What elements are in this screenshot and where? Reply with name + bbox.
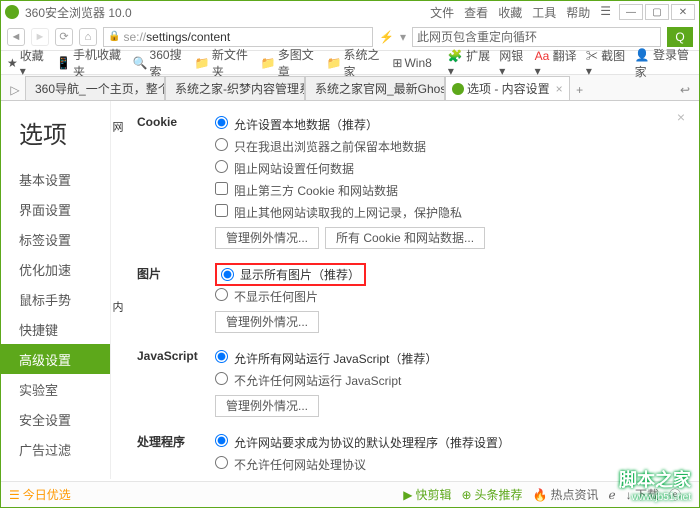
bm-newfolder[interactable]: 📁 新文件夹	[195, 46, 253, 80]
tab-history-icon[interactable]: ▷	[5, 80, 25, 100]
menu-help[interactable]: 帮助	[566, 4, 590, 21]
cutoff-text: 网	[111, 121, 125, 132]
address-bar[interactable]: 🔒 se:// settings/content	[103, 27, 373, 47]
sidebar-item-5[interactable]: 快捷键	[1, 314, 110, 344]
menu-file[interactable]: 文件	[430, 4, 454, 21]
cookie-checkbox-4[interactable]	[215, 204, 228, 217]
cookie-label-2[interactable]: 阻止网站设置任何数据	[234, 162, 354, 176]
new-tab-button[interactable]: +	[570, 80, 590, 100]
dropdown-icon[interactable]: ▾	[400, 30, 406, 44]
forward-button[interactable]: ►	[31, 28, 49, 46]
cutoff-text-2: 内	[111, 301, 125, 312]
app-logo-icon	[5, 5, 19, 19]
sidebar-item-2[interactable]: 标签设置	[1, 224, 110, 254]
image-radio-0[interactable]	[221, 268, 234, 281]
handler-label-1[interactable]: 不允许任何网站处理协议	[234, 458, 366, 472]
close-button[interactable]: ✕	[671, 4, 695, 20]
restore-tab-icon[interactable]: ↩	[675, 80, 695, 100]
maximize-button[interactable]: ▢	[645, 4, 669, 20]
menu-fav[interactable]: 收藏	[498, 4, 522, 21]
sidebar-item-8[interactable]: 安全设置	[1, 404, 110, 434]
bm-articles[interactable]: 📁 多图文章	[261, 46, 319, 80]
cookie-radio-0[interactable]	[215, 116, 228, 129]
menu-view[interactable]: 查看	[464, 4, 488, 21]
js-radio-0[interactable]	[215, 350, 228, 363]
sidebar-item-9[interactable]: 广告过滤	[1, 434, 110, 464]
tab-2[interactable]: 系统之家官网_最新Ghost×	[305, 76, 445, 100]
sidebar-item-6[interactable]: 高级设置	[1, 344, 110, 374]
cookie-label-3[interactable]: 阻止第三方 Cookie 和网站数据	[234, 184, 398, 198]
home-button[interactable]: ⌂	[79, 28, 97, 46]
fav-menu[interactable]: ★ 收藏 ▾	[7, 47, 48, 78]
today-picks[interactable]: ☰ 今日优选	[9, 486, 71, 503]
section-label-handler: 处理程序	[137, 431, 215, 479]
highlighted-option: 显示所有图片（推荐）	[215, 263, 366, 286]
handler-radio-0[interactable]	[215, 434, 228, 447]
watermark: 脚本之家 www.jb51.net	[619, 466, 691, 503]
bm-mobile[interactable]: 📱 手机收藏夹	[56, 46, 125, 80]
window-title: 360安全浏览器 10.0	[25, 4, 430, 21]
tab-1[interactable]: 系统之家-织梦内容管理系统×	[165, 76, 305, 100]
image-button-0[interactable]: 管理例外情况...	[215, 311, 319, 333]
sb-ie-icon[interactable]: ℯ	[609, 488, 616, 502]
cookie-button-0[interactable]: 管理例外情况...	[215, 227, 319, 249]
sidebar-item-0[interactable]: 基本设置	[1, 164, 110, 194]
menu-tools[interactable]: 工具	[532, 4, 556, 21]
cookie-checkbox-3[interactable]	[215, 182, 228, 195]
section-label-cookie: Cookie	[137, 113, 215, 249]
image-label-0[interactable]: 显示所有图片（推荐）	[240, 266, 360, 283]
sb-hotnews[interactable]: 🔥 热点资讯	[533, 486, 599, 503]
cookie-label-0[interactable]: 允许设置本地数据（推荐）	[234, 118, 378, 132]
screenshot-menu[interactable]: ✂ 截图 ▾	[586, 47, 629, 78]
bank-menu[interactable]: 网银 ▾	[499, 47, 528, 78]
url-scheme: se://	[123, 30, 146, 44]
section-label-js: JavaScript	[137, 347, 215, 417]
url-path: settings/content	[146, 30, 230, 44]
lock-icon: 🔒	[108, 31, 120, 42]
menu-more-icon[interactable]: ☰	[600, 4, 611, 21]
minimize-button[interactable]: —	[619, 4, 643, 20]
tab-3[interactable]: 选项 - 内容设置×	[445, 76, 570, 100]
back-button[interactable]: ◄	[7, 28, 25, 46]
bm-360search[interactable]: 🔍 360搜索	[133, 46, 187, 80]
page-title: 选项	[1, 109, 110, 160]
sidebar-item-4[interactable]: 鼠标手势	[1, 284, 110, 314]
menu-bar: 文件 查看 收藏 工具 帮助 ☰	[430, 4, 611, 21]
cookie-label-4[interactable]: 阻止其他网站读取我的上网记录，保护隐私	[234, 206, 462, 220]
js-label-1[interactable]: 不允许任何网站运行 JavaScript	[234, 374, 401, 388]
handler-label-0[interactable]: 允许网站要求成为协议的默认处理程序（推荐设置）	[234, 436, 510, 450]
reload-button[interactable]: ⟳	[55, 28, 73, 46]
panel-close-icon[interactable]: ×	[677, 109, 685, 125]
bm-system[interactable]: 📁 系统之家	[327, 46, 385, 80]
cookie-label-1[interactable]: 只在我退出浏览器之前保留本地数据	[234, 140, 426, 154]
image-radio-1[interactable]	[215, 288, 228, 301]
js-label-0[interactable]: 允许所有网站运行 JavaScript（推荐）	[234, 352, 437, 366]
search-button[interactable]: Q	[667, 27, 693, 47]
translate-menu[interactable]: Aa 翻译 ▾	[535, 47, 580, 78]
js-radio-1[interactable]	[215, 372, 228, 385]
settings-icon	[452, 83, 464, 95]
handler-radio-1[interactable]	[215, 456, 228, 469]
cookie-radio-2[interactable]	[215, 160, 228, 173]
ext-menu[interactable]: 🧩 扩展 ▾	[448, 47, 493, 78]
tab-0[interactable]: 360导航_一个主页，整个世×	[25, 76, 165, 100]
sidebar-item-1[interactable]: 界面设置	[1, 194, 110, 224]
tab-close-icon[interactable]: ×	[556, 82, 563, 96]
login-mgr[interactable]: 👤 登录管家	[635, 46, 693, 80]
sb-headlines[interactable]: ⊕ 头条推荐	[461, 486, 522, 503]
cookie-button-1[interactable]: 所有 Cookie 和网站数据...	[325, 227, 485, 249]
search-box[interactable]: 此网页包含重定向循环	[412, 27, 661, 47]
cookie-radio-1[interactable]	[215, 138, 228, 151]
sidebar-item-7[interactable]: 实验室	[1, 374, 110, 404]
sidebar-item-3[interactable]: 优化加速	[1, 254, 110, 284]
sb-clip[interactable]: ▶ 快剪辑	[403, 486, 451, 503]
js-button-0[interactable]: 管理例外情况...	[215, 395, 319, 417]
bm-win8[interactable]: ⊞ Win8	[392, 56, 431, 70]
section-label-image: 图片	[137, 263, 215, 333]
bolt-icon[interactable]: ⚡	[379, 30, 394, 44]
image-label-1[interactable]: 不显示任何图片	[234, 290, 318, 304]
